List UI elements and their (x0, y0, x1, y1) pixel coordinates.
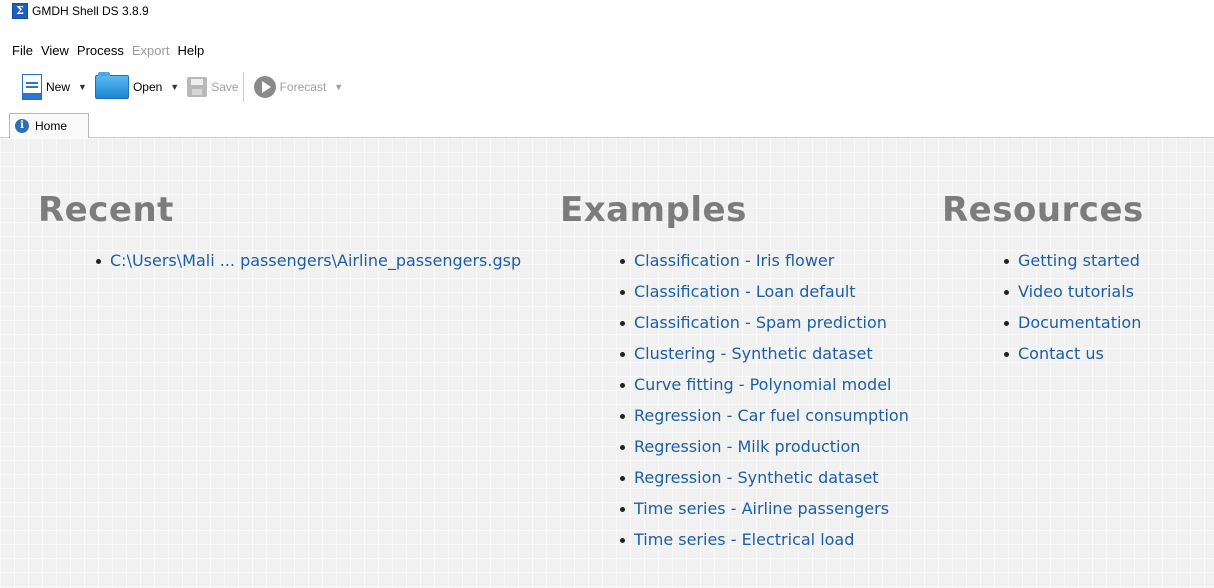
recent-file-link[interactable]: C:\Users\Mali ... passengers\Airline_pas… (94, 251, 521, 282)
home-page: Recent C:\Users\Mali ... passengers\Airl… (0, 138, 1214, 588)
open-button-label: Open (132, 80, 163, 94)
example-link[interactable]: Regression - Milk production (618, 437, 909, 468)
open-dropdown-arrow[interactable]: ▼ (170, 82, 179, 92)
example-link[interactable]: Clustering - Synthetic dataset (618, 344, 909, 375)
example-link[interactable]: Time series - Electrical load (618, 530, 909, 561)
tab-home[interactable]: i Home (9, 113, 89, 138)
example-link[interactable]: Classification - Spam prediction (618, 313, 909, 344)
example-link[interactable]: Classification - Loan default (618, 282, 909, 313)
resource-link-getting-started[interactable]: Getting started (1002, 251, 1144, 282)
floppy-disk-icon (187, 77, 208, 97)
example-link[interactable]: Regression - Car fuel consumption (618, 406, 909, 437)
title-bar: Σ GMDH Shell DS 3.8.9 (0, 0, 1214, 22)
menu-bar: File View Process Export Help (0, 40, 600, 60)
recent-list: C:\Users\Mali ... passengers\Airline_pas… (94, 251, 521, 282)
play-icon (253, 76, 276, 98)
examples-list: Classification - Iris flower Classificat… (618, 251, 909, 561)
new-button-label: New (46, 80, 71, 94)
resources-heading: Resources (942, 190, 1144, 230)
save-button-label: Save (211, 80, 239, 94)
example-link[interactable]: Curve fitting - Polynomial model (618, 375, 909, 406)
sigma-icon: Σ (12, 3, 28, 19)
menu-help[interactable]: Help (177, 43, 204, 58)
forecast-dropdown-arrow: ▼ (334, 82, 344, 92)
example-link[interactable]: Time series - Airline passengers (618, 499, 909, 530)
example-link[interactable]: Classification - Iris flower (618, 251, 909, 282)
new-dropdown-arrow[interactable]: ▼ (78, 82, 87, 92)
forecast-button-label: Forecast (279, 80, 327, 94)
save-button: Save (187, 70, 239, 104)
example-link[interactable]: Regression - Synthetic dataset (618, 468, 909, 499)
open-button[interactable]: Open (94, 70, 163, 104)
resources-list: Getting started Video tutorials Document… (1002, 251, 1144, 375)
tab-home-label: Home (35, 119, 68, 133)
forecast-button: Forecast (253, 70, 327, 104)
tab-bar: i Home (0, 112, 1214, 138)
menu-file[interactable]: File (12, 43, 33, 58)
new-button[interactable]: New (0, 70, 70, 104)
toolbar: New ▼ Open ▼ Save Forecast ▼ (0, 66, 1214, 108)
examples-section: Examples Classification - Iris flower Cl… (560, 190, 909, 561)
info-icon: i (15, 119, 29, 133)
menu-view[interactable]: View (41, 43, 69, 58)
recent-heading: Recent (38, 190, 174, 230)
toolbar-separator (242, 72, 244, 102)
new-document-icon (22, 74, 42, 100)
examples-heading: Examples (560, 190, 747, 230)
recent-section: Recent C:\Users\Mali ... passengers\Airl… (38, 190, 521, 282)
resources-section: Resources Getting started Video tutorial… (942, 190, 1144, 375)
resource-link-video-tutorials[interactable]: Video tutorials (1002, 282, 1144, 313)
folder-icon (94, 72, 129, 99)
window-title: GMDH Shell DS 3.8.9 (32, 4, 149, 18)
resource-link-documentation[interactable]: Documentation (1002, 313, 1144, 344)
menu-process[interactable]: Process (77, 43, 124, 58)
resource-link-contact-us[interactable]: Contact us (1002, 344, 1144, 375)
menu-export: Export (131, 42, 170, 58)
